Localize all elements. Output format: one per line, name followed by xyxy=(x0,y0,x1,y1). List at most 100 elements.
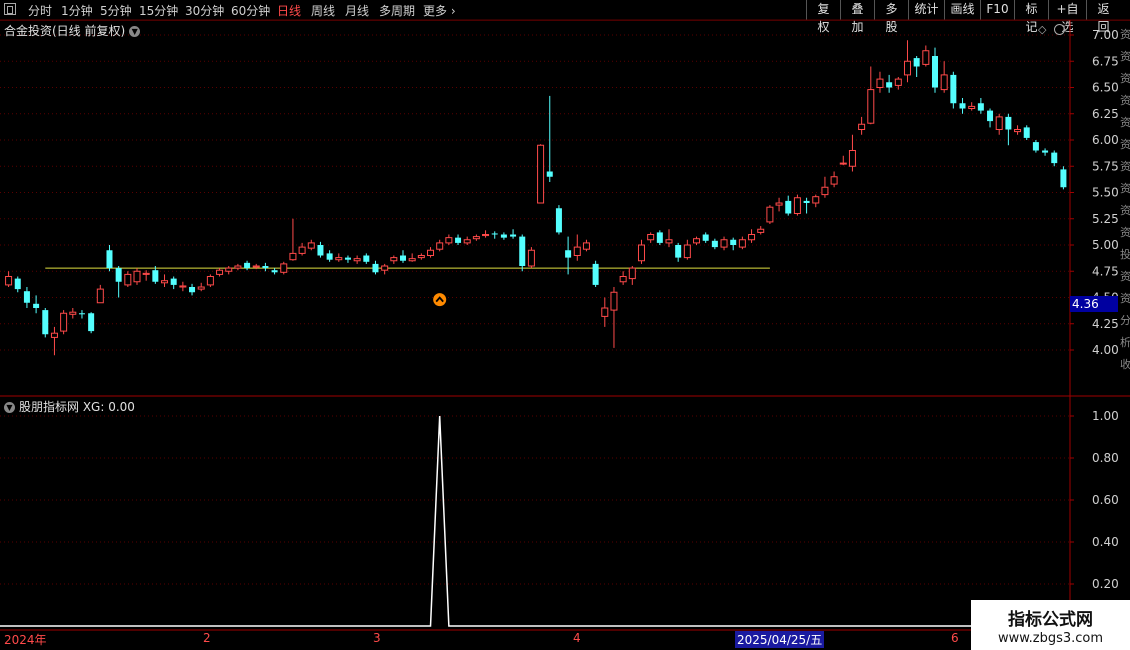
candle-body-up xyxy=(537,144,545,204)
x-axis-cursor-date: 2025/04/25/五 xyxy=(735,631,825,648)
candle-body-up xyxy=(848,150,856,167)
candle-body-down xyxy=(317,245,324,256)
candle-body-up xyxy=(812,196,820,204)
candle-body-up xyxy=(390,257,398,262)
candle-body-up xyxy=(197,286,205,290)
candle-body-down xyxy=(78,313,85,315)
candle-body-down xyxy=(675,245,682,258)
candle-body-down xyxy=(344,257,351,260)
signal-up-icon xyxy=(433,293,447,307)
candle-body-down xyxy=(189,287,196,293)
candle-body-up xyxy=(280,263,288,273)
candle-body-down xyxy=(262,266,269,269)
candle-body-down xyxy=(500,234,507,238)
chevron-down-icon[interactable]: ▼ xyxy=(129,26,141,37)
candle-body-up xyxy=(50,332,58,338)
price-tick-label: 4.75 xyxy=(1092,264,1119,278)
candle-body-down xyxy=(1023,127,1030,138)
candle-body-up xyxy=(206,276,214,286)
chart-canvas[interactable]: 4.004.254.504.755.005.255.505.756.006.25… xyxy=(0,0,1130,650)
right-info-strip: 资资资资资资资资资资投资资分析收 xyxy=(1120,28,1130,371)
candle-body-up xyxy=(482,234,490,237)
candle-body-up xyxy=(69,311,77,315)
candle-body-up xyxy=(573,246,581,257)
candle-body-down xyxy=(491,233,498,235)
candle-body-down xyxy=(106,250,113,269)
candle-body-up xyxy=(867,89,875,124)
candle-body-down xyxy=(152,270,159,282)
circle-icon[interactable] xyxy=(1054,24,1065,35)
candle-body-up xyxy=(738,239,746,248)
candle-body-up xyxy=(463,239,471,244)
candle-body-up xyxy=(601,307,609,317)
x-axis-label-month: 2 xyxy=(203,631,211,645)
candle-body-down xyxy=(785,200,792,214)
candle-body-down xyxy=(23,291,30,303)
candle-body-up xyxy=(903,60,911,76)
candle-body-up xyxy=(766,206,774,223)
candle-body-down xyxy=(372,263,379,273)
candle-body-up xyxy=(408,258,416,262)
xg-series-line xyxy=(0,415,1068,627)
candle-body-down xyxy=(42,310,49,335)
candle-body-up xyxy=(858,123,866,130)
price-tick-label: 5.75 xyxy=(1092,159,1119,173)
candle-body-up xyxy=(683,244,691,259)
candle-body-down xyxy=(510,234,517,237)
candle-body-up xyxy=(647,234,655,241)
stock-title: 合金投资(日线 前复权) ▼ xyxy=(4,22,141,39)
price-tick-label: 4.00 xyxy=(1092,343,1119,357)
candle-body-down xyxy=(987,110,994,122)
candle-body-up xyxy=(124,273,132,286)
candle-body-down xyxy=(1042,150,1049,153)
candle-body-down xyxy=(455,237,462,243)
candle-body-down xyxy=(950,74,957,104)
x-axis-label-month: 4 xyxy=(573,631,581,645)
price-tick-label: 5.00 xyxy=(1092,238,1119,252)
candle-body-down xyxy=(88,313,95,332)
price-tick-label: 6.00 xyxy=(1092,133,1119,147)
candle-body-up xyxy=(427,249,435,256)
candle-body-up xyxy=(472,236,480,240)
candle-body-down xyxy=(1060,169,1067,188)
candle-body-up xyxy=(775,202,783,206)
candle-body-up xyxy=(637,244,645,262)
candle-body-down xyxy=(592,263,599,285)
candle-body-down xyxy=(1005,116,1012,130)
candle-body-up xyxy=(436,242,444,250)
candle-body-up xyxy=(142,272,150,275)
candle-body-up xyxy=(60,312,68,332)
candle-body-down xyxy=(1032,142,1039,151)
watermark: 指标公式网 www.zbgs3.com xyxy=(971,600,1130,650)
candle-body-up xyxy=(381,265,389,271)
candle-body-down xyxy=(363,255,370,262)
grid-lines xyxy=(0,19,1130,650)
x-axis-label-month: 6 xyxy=(951,631,959,645)
candle-body-up xyxy=(894,78,902,86)
candle-body-up xyxy=(353,258,361,262)
candle-body-down xyxy=(326,253,333,260)
indicator-tick-label: 0.80 xyxy=(1092,451,1119,465)
candle-body-up xyxy=(417,255,425,259)
price-tick-label: 5.25 xyxy=(1092,212,1119,226)
candle-body-up xyxy=(720,239,728,248)
candle-body-up xyxy=(922,50,930,65)
current-price-label: 4.36 xyxy=(1070,296,1118,312)
candle-body-up xyxy=(876,78,884,88)
candle-body-up xyxy=(968,105,976,110)
candle-body-up xyxy=(693,238,701,244)
chevron-down-icon[interactable]: ▼ xyxy=(4,402,15,413)
diamond-icon[interactable]: ◇ xyxy=(1038,23,1046,36)
candle-body-down xyxy=(400,255,406,261)
candle-body-up xyxy=(748,234,756,241)
indicator-title: ▼ 股朋指标网 XG: 0.00 xyxy=(4,398,135,415)
candle-body-up xyxy=(234,265,242,269)
candle-body-up xyxy=(96,288,104,304)
price-tick-label: 7.00 xyxy=(1092,28,1119,42)
indicator-tick-label: 0.20 xyxy=(1092,577,1119,591)
candle-body-down xyxy=(656,232,663,243)
watermark-url: www.zbgs3.com xyxy=(997,631,1104,646)
watermark-title: 指标公式网 xyxy=(1008,610,1093,630)
candle-body-up xyxy=(839,162,847,165)
candle-body-up xyxy=(161,280,169,284)
